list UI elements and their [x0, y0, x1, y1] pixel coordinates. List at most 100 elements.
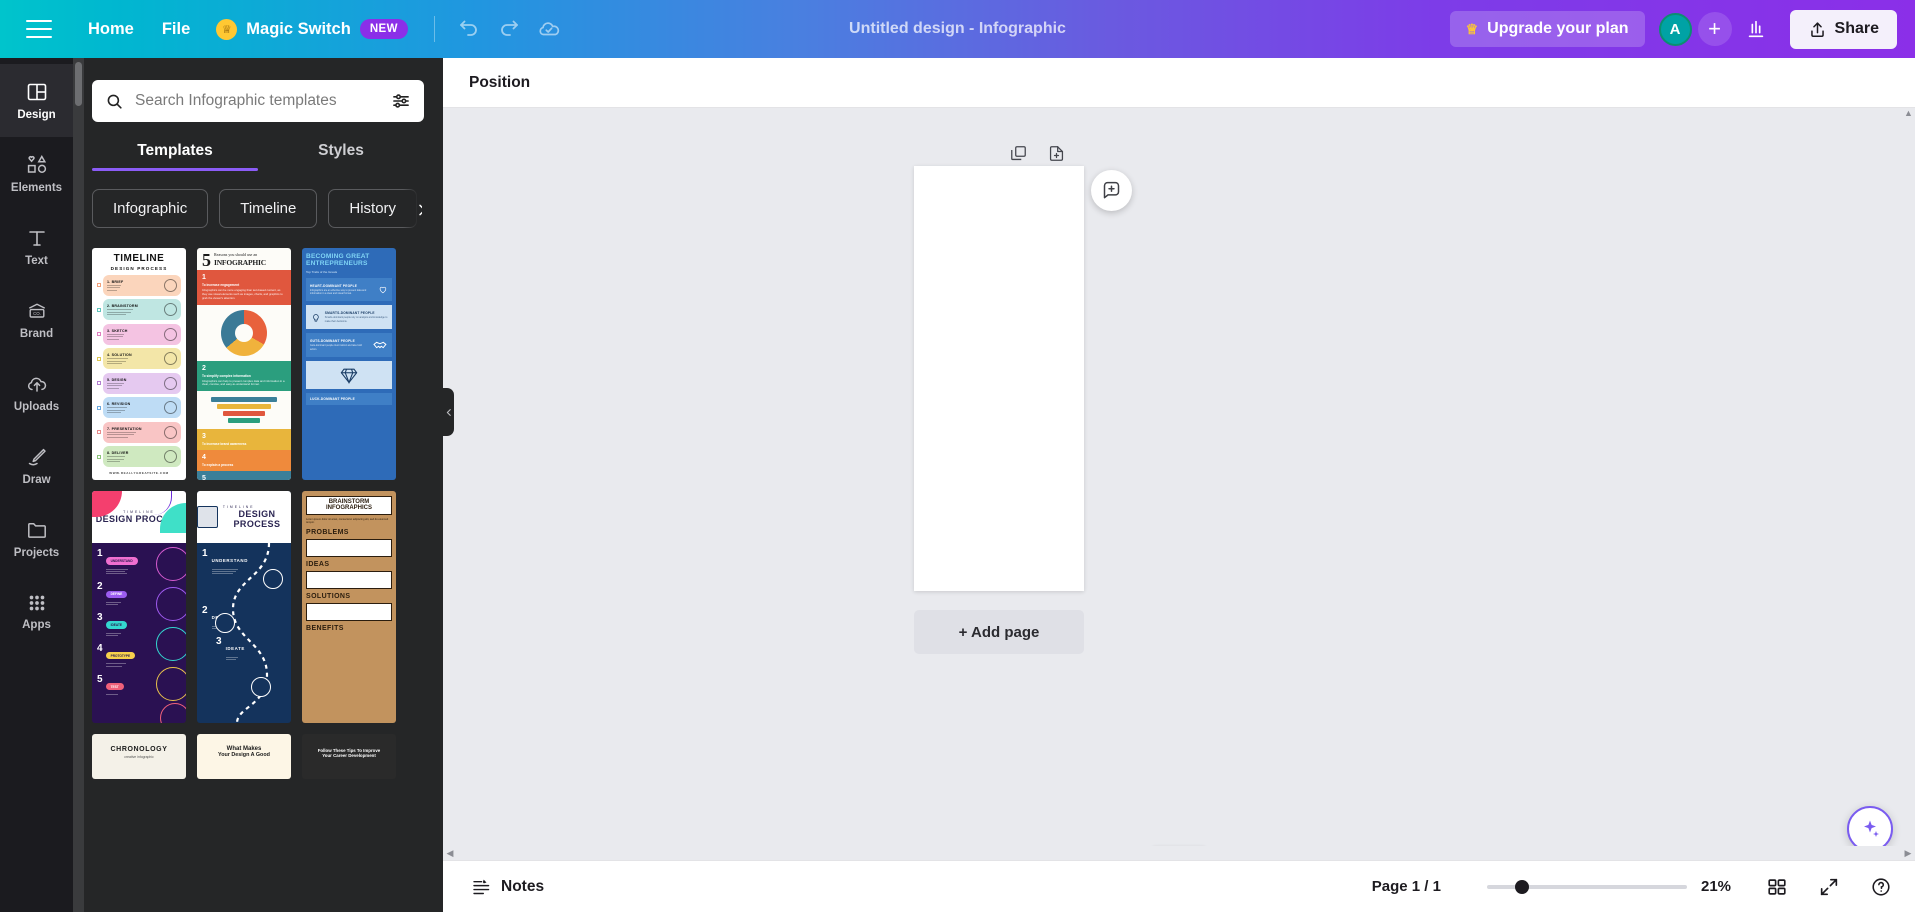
notes-label: Notes: [501, 877, 545, 895]
timeline-node: [97, 430, 101, 434]
template-card-timeline-design-process-neon[interactable]: TIMELINE DESIGN PROCESS 1 UNDERSTAND 2 D…: [92, 491, 186, 723]
home-button[interactable]: Home: [74, 12, 148, 47]
horizontal-scrollbar[interactable]: ◀ ▶: [443, 846, 1915, 860]
page-count-label[interactable]: Page 1 / 1: [1362, 870, 1451, 903]
template-card-timeline-design-process[interactable]: TIMELINE DESIGN PROCESS 1. BRIEF 2. BRAI…: [92, 248, 186, 480]
avatar[interactable]: A: [1658, 12, 1692, 46]
context-toolbar: Position: [443, 58, 1915, 108]
timeline-node: [97, 405, 101, 410]
share-label: Share: [1834, 20, 1879, 37]
sliders-filter-icon[interactable]: [391, 91, 411, 111]
template-card-what-makes-your-design-good[interactable]: What Makes Your Design A Good: [197, 734, 291, 779]
sidebar-item-brand[interactable]: CO. Brand: [0, 283, 73, 356]
panel-tabs: Templates Styles: [92, 142, 424, 171]
bar-chart-icon[interactable]: [1736, 9, 1776, 49]
duplicate-page-icon[interactable]: [1003, 138, 1033, 168]
chip-infographic[interactable]: Infographic: [92, 189, 209, 228]
notes-button[interactable]: Notes: [461, 868, 554, 905]
template-card-chronology-creative-infographic[interactable]: CHRONOLOGY creative infographic: [92, 734, 186, 779]
sidebar-item-projects[interactable]: Projects: [0, 502, 73, 575]
step-tag: PROTOTYPE: [105, 652, 136, 660]
add-collaborator-button[interactable]: +: [1697, 12, 1732, 46]
document-title[interactable]: Untitled design - Infographic: [849, 20, 1066, 38]
scroll-up-icon[interactable]: ▲: [1902, 108, 1915, 121]
scroll-left-icon[interactable]: ◀: [443, 848, 457, 859]
page-tools: [1003, 138, 1071, 168]
step-icon: [164, 352, 177, 365]
step-label: 1. BRIEF: [107, 279, 124, 284]
redo-icon[interactable]: [489, 9, 529, 49]
panel-scrollbar-thumb[interactable]: [75, 62, 82, 106]
tab-templates[interactable]: Templates: [92, 142, 258, 171]
cloud-check-icon[interactable]: [529, 9, 569, 49]
timeline-node: [97, 356, 101, 361]
chevron-right-icon[interactable]: [403, 189, 422, 228]
layout-icon: [25, 80, 49, 104]
template-number: 5: [202, 250, 211, 270]
category-chips: Infographic Timeline History: [92, 189, 422, 228]
expand-fullscreen-icon[interactable]: [1811, 869, 1847, 905]
help-question-icon[interactable]: [1863, 869, 1899, 905]
undo-icon[interactable]: [449, 9, 489, 49]
step-icon: [164, 376, 177, 390]
step-label: 3. SKETCH: [107, 328, 128, 333]
template-card-brainstorm-infographics[interactable]: BRAINSTORM INFOGRAPHICS Lorem ipsum dolo…: [302, 491, 396, 723]
block-number: 2: [202, 364, 206, 372]
template-footer: WWW.REALLYGREATSITE.COM: [109, 471, 169, 475]
sketch-box: [306, 602, 392, 621]
upgrade-plan-label: Upgrade your plan: [1487, 20, 1629, 37]
sidebar-item-design[interactable]: Design: [0, 64, 73, 137]
sidebar-label-brand: Brand: [19, 328, 54, 340]
add-page-button[interactable]: + Add page: [914, 610, 1084, 654]
h-scroll-track[interactable]: [457, 851, 1901, 856]
share-button[interactable]: Share: [1789, 9, 1897, 49]
step-label: 4. SOLUTION: [107, 353, 132, 358]
template-headline-small: Reasons you should use an: [214, 252, 258, 257]
sidebar-item-elements[interactable]: Elements: [0, 137, 73, 210]
hamburger-icon[interactable]: [26, 20, 52, 38]
collapse-panel-handle[interactable]: [443, 388, 454, 436]
file-menu-button[interactable]: File: [148, 12, 204, 47]
grid-apps-icon: [26, 592, 48, 614]
search-area: [73, 58, 443, 122]
panel-scrollbar[interactable]: [73, 58, 84, 912]
sidebar-item-uploads[interactable]: Uploads: [0, 356, 73, 429]
sidebar-item-apps[interactable]: Apps: [0, 575, 73, 648]
template-card-five-reasons-infographic[interactable]: 5 Reasons you should use an INFOGRAPHIC …: [197, 248, 291, 480]
left-nav-rail: Design Elements Text CO. Brand Uploads D…: [0, 58, 73, 912]
step-label: 6. REVISION: [107, 402, 131, 407]
brand-icon: CO.: [25, 299, 49, 323]
search-input[interactable]: [135, 92, 380, 110]
template-card-timeline-design-process-navy[interactable]: TIMELINE DESIGN PROCESS 1 UNDERSTAND 2 D…: [197, 491, 291, 723]
comment-add-icon[interactable]: [1091, 170, 1132, 211]
chip-timeline[interactable]: Timeline: [219, 189, 318, 228]
template-subtitle: Top Traits of the Greats: [306, 270, 338, 274]
template-card-becoming-great-entrepreneurs[interactable]: BECOMING GREAT ENTREPRENEURS Top Traits …: [302, 248, 396, 480]
zoom-slider-knob[interactable]: [1515, 879, 1529, 894]
handshake-icon: [373, 341, 387, 349]
step-tag: DEFINE: [105, 590, 128, 598]
template-card-career-development-tips[interactable]: Follow These Tips To Improve Your Career…: [302, 734, 396, 779]
step-label: 7. PRESENTATION: [107, 426, 142, 431]
magic-switch-button[interactable]: ♕ Magic Switch NEW: [204, 11, 420, 48]
step-tag: IDEATE: [105, 621, 128, 629]
scroll-right-icon[interactable]: ▶: [1901, 848, 1915, 859]
vertical-scrollbar[interactable]: ▲: [1902, 108, 1915, 748]
position-button[interactable]: Position: [457, 66, 542, 100]
upgrade-plan-button[interactable]: ♕ Upgrade your plan: [1449, 11, 1645, 47]
crown-icon: ♕: [1465, 20, 1479, 37]
template-text: Lorem ipsum dolor sit amet, consectetur …: [306, 517, 389, 525]
tab-styles[interactable]: Styles: [258, 142, 424, 171]
search-icon: [105, 92, 124, 111]
sidebar-item-draw[interactable]: Draw: [0, 429, 73, 502]
template-subtitle: creative infographic: [124, 755, 154, 759]
search-box[interactable]: [92, 80, 424, 122]
grid-view-icon[interactable]: [1759, 869, 1795, 905]
zoom-slider[interactable]: [1487, 879, 1687, 894]
add-page-icon[interactable]: [1041, 138, 1071, 168]
sidebar-item-text[interactable]: Text: [0, 210, 73, 283]
design-page-canvas[interactable]: [914, 166, 1084, 591]
step-number: 2: [97, 581, 103, 593]
zoom-value[interactable]: 21%: [1701, 878, 1743, 895]
step-icon: [164, 425, 177, 439]
